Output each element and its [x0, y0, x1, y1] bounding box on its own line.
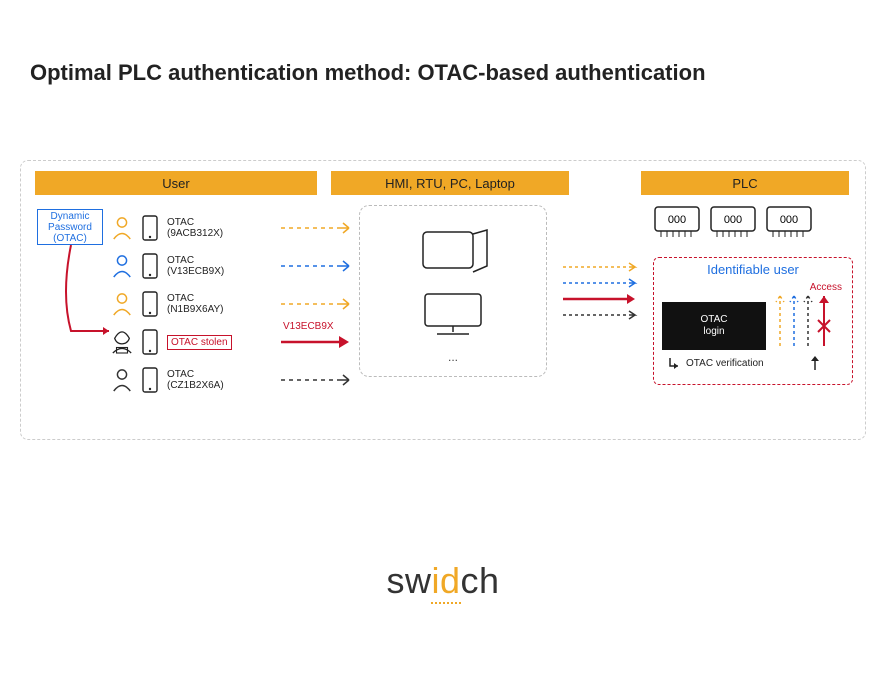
- phone-icon: [139, 252, 161, 280]
- return-arrow-icon: [668, 356, 682, 370]
- col-header-plc: PLC: [641, 171, 849, 195]
- hacker-icon: [111, 328, 133, 356]
- hmi-device-box: ...: [359, 205, 547, 377]
- access-arrows: [774, 290, 844, 350]
- person-icon: [111, 290, 133, 318]
- otac-code-label: OTAC(N1B9X6AY): [167, 293, 239, 315]
- otac-stolen-badge: OTAC stolen: [167, 335, 232, 350]
- chip-icon: 000: [709, 205, 757, 241]
- svg-text:000: 000: [668, 214, 686, 226]
- identifiable-user-box: Identifiable user Access OTAC login OTAC…: [653, 257, 853, 385]
- hmi-to-plc-arrows: [563, 261, 643, 341]
- user-row: OTAC(CZ1B2X6A): [111, 361, 239, 399]
- otac-verification-label: OTAC verification: [668, 354, 822, 372]
- person-icon: [111, 366, 133, 394]
- otac-code-label: OTAC(9ACB312X): [167, 217, 239, 239]
- otac-code-label: OTAC(V13ECB9X): [167, 255, 239, 277]
- user-row-hacker: OTAC stolen: [111, 323, 232, 361]
- phone-icon: [139, 290, 161, 318]
- person-icon: [111, 252, 133, 280]
- diagram-container: User HMI, RTU, PC, Laptop PLC Dynamic Pa…: [20, 160, 866, 440]
- chip-icon: 000: [653, 205, 701, 241]
- person-icon: [111, 214, 133, 242]
- col-header-user: User: [35, 171, 317, 195]
- up-arrow-icon: [808, 354, 822, 372]
- user-to-hmi-arrow: [281, 361, 353, 399]
- dynamic-password-box: Dynamic Password (OTAC): [37, 209, 103, 245]
- phone-icon: [139, 214, 161, 242]
- svg-text:000: 000: [780, 214, 798, 226]
- page-title: Optimal PLC authentication method: OTAC-…: [30, 60, 706, 86]
- user-to-hmi-arrow: [281, 247, 353, 285]
- user-row: OTAC(N1B9X6AY): [111, 285, 239, 323]
- otac-code-label: OTAC(CZ1B2X6A): [167, 369, 239, 391]
- user-to-hmi-arrow: [281, 285, 353, 323]
- identifiable-title: Identifiable user: [654, 262, 852, 277]
- svg-text:000: 000: [724, 214, 742, 226]
- user-row: OTAC(V13ECB9X): [111, 247, 239, 285]
- col-header-hmi: HMI, RTU, PC, Laptop: [331, 171, 569, 195]
- phone-icon: [139, 366, 161, 394]
- theft-path-arrow: [65, 245, 115, 339]
- user-row: OTAC(9ACB312X): [111, 209, 239, 247]
- otac-login-box: OTAC login: [662, 302, 766, 350]
- swidch-logo: swidch: [0, 560, 886, 602]
- plc-chips: 000 000 000: [653, 205, 813, 241]
- tablet-icon: [415, 226, 491, 276]
- hmi-ellipsis: ...: [448, 350, 458, 364]
- phone-icon: [139, 328, 161, 356]
- user-to-hmi-arrow: [281, 209, 353, 247]
- chip-icon: 000: [765, 205, 813, 241]
- monitor-icon: [415, 288, 491, 338]
- stolen-code-label: V13ECB9X: [283, 321, 334, 332]
